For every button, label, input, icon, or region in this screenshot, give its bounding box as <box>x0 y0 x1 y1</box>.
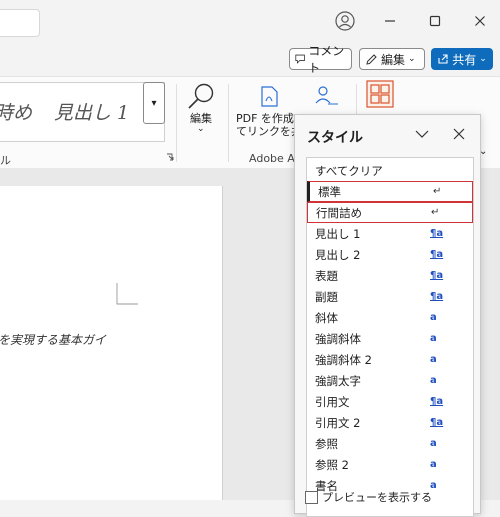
gallery-style-heading1[interactable]: 見出し 1 <box>54 98 129 125</box>
style-item-name: 副題 <box>315 289 338 304</box>
search-box[interactable] <box>0 9 40 37</box>
style-item[interactable]: 行間詰め ↵ <box>307 202 473 223</box>
clear-all-label: すべてクリア <box>315 163 383 178</box>
style-item-name: 斜体 <box>315 310 338 325</box>
gallery-style-partial[interactable]: 時め <box>0 98 32 125</box>
style-type-icon: a <box>430 354 437 365</box>
style-item-name: 参照 2 <box>315 457 349 472</box>
style-item[interactable]: 見出し 1 ¶a <box>307 223 473 244</box>
style-item[interactable]: 引用文 2 ¶a <box>307 412 473 433</box>
close-icon[interactable] <box>453 128 465 140</box>
style-item-name: 見出し 2 <box>315 247 361 262</box>
checkbox-icon <box>305 490 318 504</box>
close-icon <box>475 16 485 26</box>
style-item[interactable]: 参照 a <box>307 433 473 454</box>
close-window-button[interactable] <box>471 12 489 30</box>
search-icon <box>188 83 214 109</box>
style-item[interactable]: 引用文 ¶a <box>307 391 473 412</box>
ribbon-separator <box>228 84 229 162</box>
adobe-group-label: Adobe A <box>249 152 295 165</box>
style-item-name: 引用文 2 <box>315 415 361 430</box>
style-item[interactable]: 参照 2 a <box>307 454 473 475</box>
style-item[interactable]: 副題 ¶a <box>307 286 473 307</box>
share-icon <box>438 54 448 64</box>
chevron-down-icon: ⌄ <box>479 54 487 64</box>
create-pdf-label-1: PDF を作成 <box>236 112 294 125</box>
chevron-down-icon[interactable] <box>415 129 429 139</box>
pdf-share-icon <box>261 86 278 107</box>
edit-mode-button[interactable]: 編集 ⌄ <box>359 48 425 70</box>
chevron-down-icon: ⌄ <box>197 124 205 134</box>
style-type-icon: ↵ <box>431 207 440 218</box>
clear-all-item[interactable]: すべてクリア <box>307 160 473 181</box>
styles-pane: スタイル すべてクリア 標準 ↵ 行間詰め ↵ 見出し 1 ¶a 見出し 2 ¶a 表題 ¶a 副題… <box>294 114 481 517</box>
styles-group-label: ル <box>0 154 11 167</box>
create-pdf-label-2: てリンクを共 <box>236 125 302 138</box>
pencil-icon <box>366 53 377 65</box>
style-type-icon: ¶a <box>430 270 444 281</box>
style-type-icon: ↵ <box>433 186 442 197</box>
styles-gallery[interactable]: 時め 見出し 1 <box>0 82 165 142</box>
chevron-down-icon: ⌄ <box>408 54 416 64</box>
style-type-icon: ¶a <box>430 249 444 260</box>
style-type-icon: a <box>430 459 437 470</box>
style-item[interactable]: 表題 ¶a <box>307 265 473 286</box>
style-item-name: 強調斜体 <box>315 331 361 346</box>
style-type-icon: a <box>430 375 437 386</box>
style-item[interactable]: 強調斜体 a <box>307 328 473 349</box>
style-item[interactable]: 強調斜体 2 a <box>307 349 473 370</box>
style-type-icon: ¶a <box>430 291 444 302</box>
comment-icon <box>295 54 305 64</box>
style-item-name: 見出し 1 <box>315 226 361 241</box>
edit-mode-label: 編集 <box>381 52 406 67</box>
create-pdf-button[interactable]: PDF を作成 てリンクを共 <box>234 82 302 142</box>
ribbon-separator <box>176 84 177 162</box>
style-type-icon: a <box>430 333 437 344</box>
show-preview-checkbox[interactable]: プレビューを表示する <box>305 489 432 505</box>
minimize-icon <box>385 20 395 22</box>
chevron-down-icon: ▾ <box>151 97 157 109</box>
style-item[interactable]: 標準 ↵ <box>307 181 473 202</box>
signature-icon[interactable] <box>313 84 341 108</box>
dialog-launcher-icon[interactable] <box>166 153 174 161</box>
style-item-name: 標準 <box>318 184 341 199</box>
style-type-icon: ¶a <box>430 417 444 428</box>
comment-label: コメント <box>308 44 345 75</box>
show-preview-label: プレビューを表示する <box>322 491 432 504</box>
style-type-icon: a <box>430 312 437 323</box>
style-item-name: 表題 <box>315 268 338 283</box>
account-avatar-icon[interactable] <box>335 11 355 31</box>
style-type-icon: ¶a <box>430 228 444 239</box>
style-type-icon: ¶a <box>430 396 444 407</box>
pane-title: スタイル <box>307 130 363 146</box>
styles-list: すべてクリア 標準 ↵ 行間詰め ↵ 見出し 1 ¶a 見出し 2 ¶a 表題 ¶a 副題 ¶a 斜体 a… <box>306 157 474 517</box>
maximize-icon <box>429 15 441 27</box>
style-item-name: 強調太字 <box>315 373 361 388</box>
style-item[interactable]: 斜体 a <box>307 307 473 328</box>
maximize-button[interactable] <box>426 12 444 30</box>
comment-button[interactable]: コメント <box>289 44 352 75</box>
gallery-more-button[interactable]: ▾ <box>143 82 165 124</box>
style-item-name: 参照 <box>315 436 338 451</box>
minimize-button[interactable] <box>381 12 399 30</box>
layout-grid-icon[interactable] <box>366 80 394 108</box>
title-bar <box>0 0 500 44</box>
share-label: 共有 <box>452 52 477 67</box>
style-item[interactable]: 強調太字 a <box>307 370 473 391</box>
style-item-name: 行間詰め <box>316 205 362 220</box>
style-item-name: 強調斜体 2 <box>315 352 372 367</box>
share-button[interactable]: 共有 ⌄ <box>431 48 493 70</box>
style-type-icon: a <box>430 438 437 449</box>
style-item-name: 引用文 <box>315 394 350 409</box>
document-body-text[interactable]: を実現する基本ガイ <box>0 331 106 348</box>
editing-group-button[interactable]: 編集 ⌄ <box>180 82 222 142</box>
style-item[interactable]: 見出し 2 ¶a <box>307 244 473 265</box>
margin-corner-mark <box>116 283 138 305</box>
